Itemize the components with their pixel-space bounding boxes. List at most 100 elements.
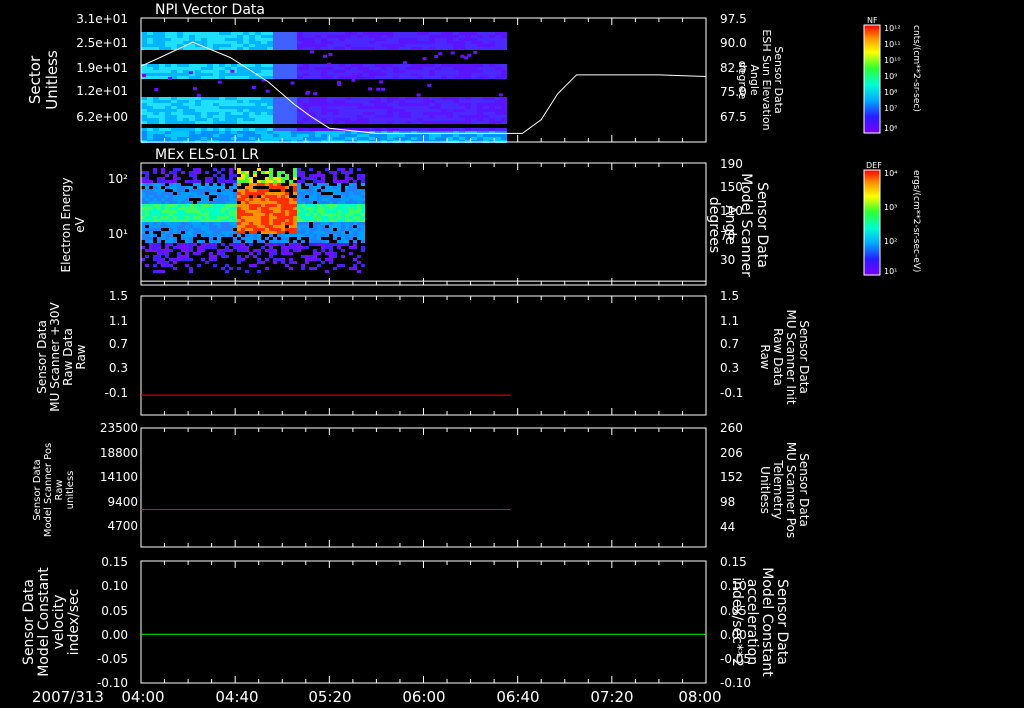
heatmap-cell <box>207 131 213 134</box>
heatmap-cell <box>305 234 309 237</box>
heatmap-cell <box>291 73 297 76</box>
heatmap-cell <box>225 131 231 134</box>
heatmap-cell <box>201 73 207 76</box>
heatmap-cell <box>161 249 165 252</box>
heatmap-cell <box>387 137 393 140</box>
heatmap-cell <box>435 76 441 79</box>
heatmap-cell <box>181 201 185 204</box>
heatmap-cell <box>341 210 345 213</box>
axis-label-line: Model Constant <box>759 567 775 677</box>
heatmap-cell <box>197 168 201 171</box>
heatmap-cell <box>229 231 233 234</box>
heatmap-cell <box>157 195 161 198</box>
heatmap-cell <box>173 219 177 222</box>
heatmap-cell <box>325 195 329 198</box>
heatmap-cell <box>301 174 305 177</box>
heatmap-cell <box>447 32 453 35</box>
heatmap-cell <box>171 103 177 106</box>
heatmap-cell <box>245 192 249 195</box>
heatmap-cell <box>417 112 423 115</box>
heatmap-cell <box>483 106 489 109</box>
heatmap-cell <box>261 41 267 44</box>
heatmap-cell <box>337 228 341 231</box>
heatmap-cell <box>351 35 357 38</box>
heatmap-cell <box>309 258 313 261</box>
heatmap-cell <box>417 97 423 100</box>
heatmap-cell <box>159 73 165 76</box>
heatmap-cell <box>459 112 465 115</box>
heatmap-cell <box>237 115 243 118</box>
heatmap-cell <box>181 255 185 258</box>
heatmap-cell <box>225 106 231 109</box>
heatmap-cell <box>237 243 241 246</box>
heatmap-cell <box>361 192 365 195</box>
heatmap-cell <box>501 73 507 76</box>
heatmap-cell <box>221 168 225 171</box>
heatmap-cell <box>297 234 301 237</box>
heatmap-cell <box>285 44 291 47</box>
heatmap-cell <box>381 64 387 67</box>
heatmap-cell <box>229 228 233 231</box>
heatmap-cell <box>183 121 189 124</box>
heatmap-cell <box>315 64 321 67</box>
heatmap-cell <box>357 198 361 201</box>
heatmap-cell <box>177 177 181 180</box>
heatmap-cell <box>393 118 399 121</box>
heatmap-cell <box>361 234 365 237</box>
heatmap-cell <box>375 137 381 140</box>
heatmap-cell <box>253 174 257 177</box>
heatmap-cell <box>141 237 145 240</box>
heatmap-cell <box>375 106 381 109</box>
heatmap-cell <box>501 103 507 106</box>
heatmap-cell <box>489 97 495 100</box>
heatmap-cell <box>257 213 261 216</box>
heatmap-cell <box>261 189 265 192</box>
heatmap-cell <box>339 137 345 140</box>
heatmap-cell <box>177 128 183 131</box>
heatmap-cell <box>241 237 245 240</box>
heatmap-cell <box>357 255 361 258</box>
heatmap-cell <box>261 131 267 134</box>
heatmap-cell <box>141 137 147 140</box>
heatmap-cell <box>197 213 201 216</box>
heatmap-cell <box>483 134 489 137</box>
heatmap-cell <box>465 35 471 38</box>
heatmap-cell <box>495 128 501 131</box>
heatmap-cell <box>145 210 149 213</box>
p3-ytick: 0.7 <box>109 337 128 351</box>
heatmap-cell <box>207 76 213 79</box>
heatmap-cell <box>157 225 161 228</box>
heatmap-cell <box>213 189 217 192</box>
axis-label-line: index/sec**2 <box>729 577 745 667</box>
heatmap-cell <box>141 67 147 70</box>
heatmap-cell <box>189 67 195 70</box>
heatmap-cell <box>183 115 189 118</box>
heatmap-cell <box>483 112 489 115</box>
heatmap-cell <box>471 106 477 109</box>
heatmap-cell <box>195 97 201 100</box>
heatmap-cell <box>353 231 357 234</box>
heatmap-cell <box>363 103 369 106</box>
heatmap-cell <box>233 195 237 198</box>
heatmap-cell <box>165 213 169 216</box>
heatmap-cell <box>245 222 249 225</box>
heatmap-cell <box>225 103 231 106</box>
heatmap-cell <box>177 131 183 134</box>
heatmap-cell <box>241 216 245 219</box>
heatmap-cell <box>313 240 317 243</box>
heatmap-cell <box>429 97 435 100</box>
heatmap-cell <box>153 41 159 44</box>
heatmap-cell <box>177 70 183 73</box>
heatmap-cell <box>471 64 477 67</box>
heatmap-cell <box>351 72 356 76</box>
heatmap-cell <box>447 44 453 47</box>
heatmap-cell <box>368 87 373 91</box>
heatmap-cell <box>301 231 305 234</box>
heatmap-cell <box>267 131 273 134</box>
heatmap-cell <box>261 103 267 106</box>
heatmap-cell <box>309 64 315 67</box>
heatmap-cell <box>471 35 477 38</box>
heatmap-cell <box>351 137 357 140</box>
heatmap-cell <box>305 231 309 234</box>
heatmap-cell <box>273 243 277 246</box>
